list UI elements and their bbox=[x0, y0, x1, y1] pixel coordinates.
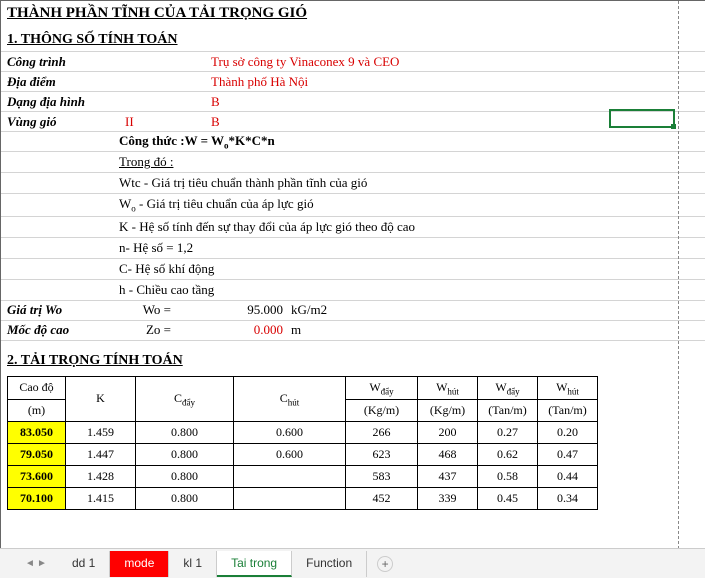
note-line: C- Hệ số khí động bbox=[119, 259, 214, 279]
cell-cday[interactable]: 0.800 bbox=[136, 465, 234, 487]
sheet-tab[interactable]: Tai trong bbox=[217, 551, 292, 577]
value-cong-trinh: Trụ sở công ty Vinaconex 9 và CEO bbox=[211, 54, 399, 70]
th-wdayt-unit: (Tan/m) bbox=[478, 399, 538, 421]
note-line: h - Chiều cao tầng bbox=[119, 280, 214, 300]
cell-k[interactable]: 1.428 bbox=[66, 465, 136, 487]
cell-wdayt[interactable]: 0.27 bbox=[478, 421, 538, 443]
cell-cao[interactable]: 70.100 bbox=[8, 487, 66, 509]
cell-k[interactable]: 1.459 bbox=[66, 421, 136, 443]
tab-nav-prev[interactable]: ◄ bbox=[24, 558, 36, 569]
cell-k[interactable]: 1.415 bbox=[66, 487, 136, 509]
label-trong-do: Trong đó : bbox=[119, 152, 173, 172]
cell-wday[interactable]: 266 bbox=[346, 421, 418, 443]
th-cao-do: Cao độ bbox=[8, 376, 66, 399]
th-wday-unit: (Kg/m) bbox=[346, 399, 418, 421]
value-wo: 95.000 bbox=[179, 302, 287, 318]
unit-wo: kG/m2 bbox=[287, 302, 327, 318]
label-cong-trinh: Công trình bbox=[1, 54, 119, 70]
table-row: 70.1001.4150.800 4523390.450.34 bbox=[8, 487, 598, 509]
value-dia-diem: Thành phố Hà Nội bbox=[211, 74, 308, 90]
section-2-heading: 2. TẢI TRỌNG TÍNH TOÁN bbox=[1, 347, 705, 372]
table-row: 79.0501.4470.8000.6006234680.620.47 bbox=[8, 443, 598, 465]
data-table: Cao độ K Cđẩy Chút Wđẩy Whút Wđẩy Whút (… bbox=[7, 376, 598, 510]
value-dang-dia-hinh: B bbox=[211, 94, 220, 110]
th-whut-unit: (Kg/m) bbox=[418, 399, 478, 421]
cell-chut[interactable] bbox=[234, 465, 346, 487]
tab-nav-next[interactable]: ► bbox=[36, 558, 48, 569]
cell-wday[interactable]: 452 bbox=[346, 487, 418, 509]
sheet-tab[interactable]: dd 1 bbox=[58, 551, 110, 577]
cell-cao[interactable]: 79.050 bbox=[8, 443, 66, 465]
value-vung-gio-1: II bbox=[119, 114, 211, 130]
cell-chut[interactable]: 0.600 bbox=[234, 443, 346, 465]
section-1-heading: 1. THÔNG SỐ TÍNH TOÁN bbox=[1, 26, 705, 51]
label-formula: Công thức : bbox=[119, 133, 185, 148]
cell-whutt[interactable]: 0.44 bbox=[538, 465, 598, 487]
cell-k[interactable]: 1.447 bbox=[66, 443, 136, 465]
cell-wday[interactable]: 583 bbox=[346, 465, 418, 487]
label-wo: Giá trị Wo bbox=[1, 302, 119, 318]
sheet-tab[interactable]: Function bbox=[292, 551, 367, 577]
th-chut: Chút bbox=[234, 376, 346, 421]
note-line: Wtc - Giá trị tiêu chuẩn thành phần tĩnh… bbox=[119, 173, 367, 193]
symbol-wo: Wo = bbox=[119, 302, 179, 318]
note-line: K - Hệ số tính đến sự thay đổi của áp lự… bbox=[119, 217, 415, 237]
document-title: THÀNH PHẦN TĨNH CỦA TẢI TRỌNG GIÓ bbox=[1, 1, 705, 26]
note-line: n- Hệ số = 1,2 bbox=[119, 238, 193, 258]
th-whut: Whút bbox=[418, 376, 478, 399]
th-wday: Wđẩy bbox=[346, 376, 418, 399]
worksheet-area[interactable]: Page 1 THÀNH PHẦN TĨNH CỦA TẢI TRỌNG GIÓ… bbox=[0, 0, 705, 548]
th-cao-do-unit: (m) bbox=[8, 399, 66, 421]
cell-chut[interactable] bbox=[234, 487, 346, 509]
cell-cao[interactable]: 73.600 bbox=[8, 465, 66, 487]
cell-cday[interactable]: 0.800 bbox=[136, 421, 234, 443]
symbol-zo: Zo = bbox=[119, 322, 179, 338]
cell-whutt[interactable]: 0.20 bbox=[538, 421, 598, 443]
label-dang-dia-hinh: Dạng địa hình bbox=[1, 94, 119, 110]
label-vung-gio: Vùng gió bbox=[1, 114, 119, 130]
cell-wdayt[interactable]: 0.58 bbox=[478, 465, 538, 487]
cell-whut[interactable]: 468 bbox=[418, 443, 478, 465]
cell-wdayt[interactable]: 0.45 bbox=[478, 487, 538, 509]
unit-zo: m bbox=[287, 322, 301, 338]
table-row: 73.6001.4280.800 5834370.580.44 bbox=[8, 465, 598, 487]
sheet-tabs-bar: ◄ ► dd 1modekl 1Tai trongFunction + bbox=[0, 548, 705, 578]
label-dia-diem: Địa điểm bbox=[1, 74, 119, 90]
th-k: K bbox=[66, 376, 136, 421]
note-line: Wo - Giá trị tiêu chuẩn của áp lực gió bbox=[119, 194, 314, 216]
cell-whutt[interactable]: 0.47 bbox=[538, 443, 598, 465]
value-vung-gio-2: B bbox=[211, 114, 220, 130]
cell-whutt[interactable]: 0.34 bbox=[538, 487, 598, 509]
cell-wdayt[interactable]: 0.62 bbox=[478, 443, 538, 465]
page-break-line bbox=[678, 1, 679, 548]
th-cday: Cđẩy bbox=[136, 376, 234, 421]
cell-chut[interactable]: 0.600 bbox=[234, 421, 346, 443]
table-row: 83.0501.4590.8000.6002662000.270.20 bbox=[8, 421, 598, 443]
cell-whut[interactable]: 200 bbox=[418, 421, 478, 443]
cell-cao[interactable]: 83.050 bbox=[8, 421, 66, 443]
sheet-tab[interactable]: mode bbox=[110, 551, 169, 577]
value-formula: W = Wo*K*C*n bbox=[185, 133, 275, 148]
th-whutt: Whút bbox=[538, 376, 598, 399]
label-zo: Mốc độ cao bbox=[1, 322, 119, 338]
value-zo: 0.000 bbox=[179, 322, 287, 338]
cell-whut[interactable]: 339 bbox=[418, 487, 478, 509]
add-sheet-button[interactable]: + bbox=[377, 556, 393, 572]
cell-wday[interactable]: 623 bbox=[346, 443, 418, 465]
th-whutt-unit: (Tan/m) bbox=[538, 399, 598, 421]
cell-whut[interactable]: 437 bbox=[418, 465, 478, 487]
th-wdayt: Wđẩy bbox=[478, 376, 538, 399]
cell-cday[interactable]: 0.800 bbox=[136, 487, 234, 509]
sheet-tab[interactable]: kl 1 bbox=[169, 551, 217, 577]
cell-cday[interactable]: 0.800 bbox=[136, 443, 234, 465]
